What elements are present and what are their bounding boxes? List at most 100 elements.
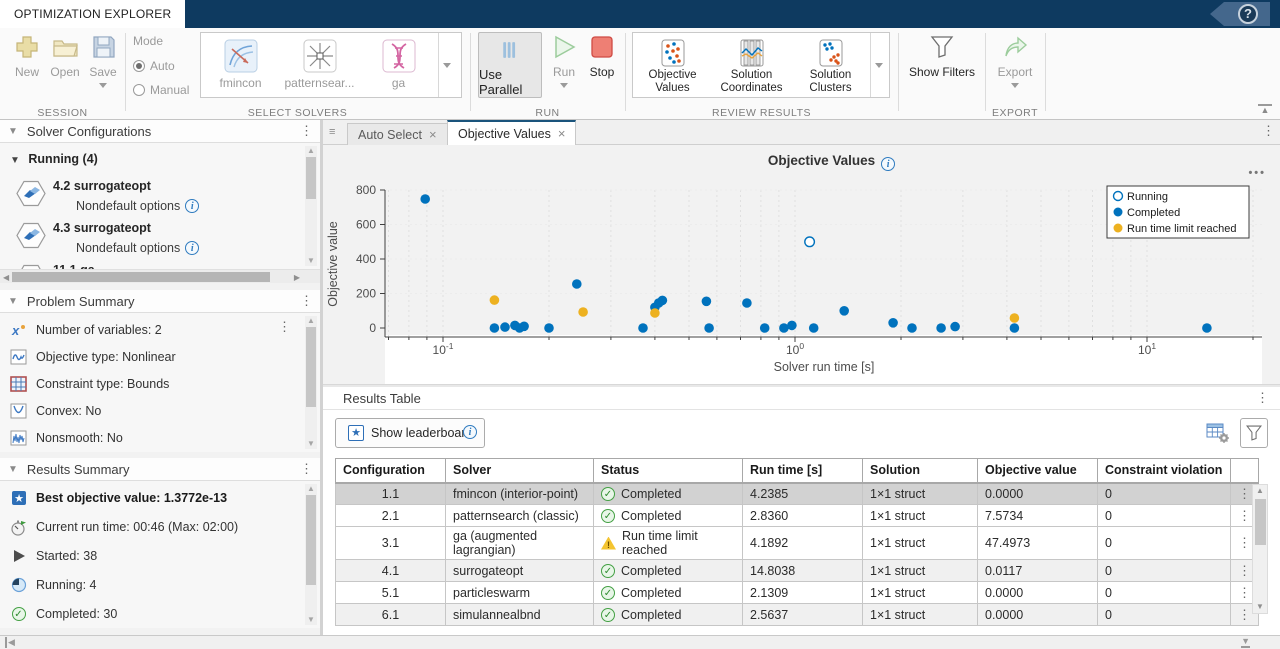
cell-constraint-violation[interactable]: 0 [1098,582,1231,604]
leaderboard-info-icon[interactable] [463,425,477,439]
row-menu-icon[interactable] [1238,585,1251,600]
cell-solution[interactable]: 1×1 struct [863,505,978,527]
cell-solution[interactable]: 1×1 struct [863,560,978,582]
scroll-left-icon[interactable] [3,272,9,283]
scroll-up-icon[interactable] [1253,485,1267,497]
close-tab-icon[interactable] [429,130,437,140]
data-point-completed[interactable] [839,306,849,316]
run-dropdown-caret[interactable] [560,83,568,88]
cell-status[interactable]: Completed [594,604,743,626]
scroll-down-icon[interactable] [305,439,317,449]
data-point-completed[interactable] [490,323,500,333]
cell-run-time[interactable]: 4.2385 [743,483,863,505]
collapse-panel-icon[interactable] [1241,637,1250,648]
results-table-header[interactable]: Results Table [323,387,1280,410]
scrollbar-thumb[interactable] [12,272,270,282]
data-point-run-time-limit-reached[interactable] [650,308,660,318]
cell-status[interactable]: Completed [594,483,743,505]
scroll-up-icon[interactable] [305,316,317,326]
scroll-down-icon[interactable] [305,256,317,266]
table-row[interactable]: 4.1surrogateoptCompleted14.80381×1 struc… [336,560,1259,582]
minimize-ribbon-icon[interactable] [1258,104,1272,115]
scrollbar-thumb[interactable] [306,495,316,585]
cell-solver[interactable]: particleswarm [446,582,594,604]
section-menu-icon[interactable] [300,463,312,475]
cell-run-time[interactable]: 2.1309 [743,582,863,604]
cell-objective-value[interactable]: 47.4973 [978,527,1098,560]
review-gallery-dropdown[interactable] [870,33,887,97]
data-point-completed[interactable] [519,322,529,332]
app-ribbon-tab[interactable]: OPTIMIZATION EXPLORER [0,0,185,28]
horizontal-scrollbar[interactable] [0,269,320,283]
chart-info-icon[interactable] [881,157,895,171]
scrollbar-thumb[interactable] [306,157,316,199]
cell-solution[interactable]: 1×1 struct [863,483,978,505]
solver-config-item[interactable]: 4.3 surrogateopt Nondefault options [16,221,199,255]
item-menu-icon[interactable] [278,321,290,333]
cell-configuration[interactable]: 3.1 [336,527,446,560]
data-point-run-time-limit-reached[interactable] [490,295,500,305]
cell-objective-value[interactable]: 7.5734 [978,505,1098,527]
data-point-completed[interactable] [787,321,797,331]
open-button[interactable]: Open [46,34,84,79]
mode-manual-radio[interactable]: Manual [133,83,189,97]
cell-run-time[interactable]: 4.1892 [743,527,863,560]
data-point-completed[interactable] [950,322,960,332]
save-dropdown-caret[interactable] [99,83,107,88]
cell-solution[interactable]: 1×1 struct [863,604,978,626]
table-filter-button[interactable] [1240,418,1268,448]
vertical-scrollbar[interactable] [305,484,317,625]
row-menu-icon[interactable] [1238,486,1251,501]
cell-solver[interactable]: simulannealbnd [446,604,594,626]
data-point-completed[interactable] [760,323,770,333]
cell-constraint-violation[interactable]: 0 [1098,505,1231,527]
data-point-completed[interactable] [888,318,898,328]
cell-configuration[interactable]: 1.1 [336,483,446,505]
new-button[interactable]: New [10,34,44,79]
cell-objective-value[interactable]: 0.0000 [978,483,1098,505]
cell-constraint-violation[interactable]: 0 [1098,483,1231,505]
run-button[interactable]: Run [548,34,580,88]
solver-ga-button[interactable]: ga [359,33,438,97]
scroll-up-icon[interactable] [305,484,317,494]
mode-auto-radio[interactable]: Auto [133,59,175,73]
objective-values-button[interactable]: ObjectiveValues [633,33,712,97]
cell-status[interactable]: Completed [594,582,743,604]
cell-objective-value[interactable]: 0.0000 [978,582,1098,604]
col-solution[interactable]: Solution [863,459,978,483]
results-summary-header[interactable]: Results Summary [0,458,320,481]
data-point-completed[interactable] [1010,323,1020,333]
data-point-running[interactable] [805,237,815,247]
cell-status[interactable]: Completed [594,560,743,582]
section-menu-icon[interactable] [1256,392,1268,404]
scroll-down-icon[interactable] [1253,601,1267,613]
cell-configuration[interactable]: 4.1 [336,560,446,582]
scrollbar-thumb[interactable] [1255,499,1266,545]
vertical-scrollbar[interactable] [305,146,317,266]
info-icon[interactable] [185,241,199,255]
data-point-run-time-limit-reached[interactable] [578,307,588,317]
help-icon[interactable]: ? [1238,4,1258,24]
tab-auto-select[interactable]: Auto Select [347,123,448,145]
cell-run-time[interactable]: 2.8360 [743,505,863,527]
col-run-time[interactable]: Run time [s] [743,459,863,483]
section-menu-icon[interactable] [300,125,312,137]
data-point-completed[interactable] [544,323,554,333]
problem-summary-header[interactable]: Problem Summary [0,290,320,313]
export-button[interactable]: Export [992,34,1038,88]
tab-objective-values[interactable]: Objective Values [447,120,576,145]
document-bar-icon[interactable]: ≡ [329,126,342,139]
table-row[interactable]: 5.1particleswarmCompleted2.13091×1 struc… [336,582,1259,604]
cell-configuration[interactable]: 5.1 [336,582,446,604]
data-point-completed[interactable] [936,323,946,333]
data-point-completed[interactable] [742,298,752,308]
scroll-right-icon[interactable] [294,272,300,283]
row-menu-icon[interactable] [1238,508,1251,523]
col-configuration[interactable]: Configuration [336,459,446,483]
solver-fmincon-button[interactable]: fmincon [201,33,280,97]
cell-status[interactable]: Completed [594,505,743,527]
data-point-completed[interactable] [1202,323,1212,333]
cell-solver[interactable]: surrogateopt [446,560,594,582]
cell-solver[interactable]: fmincon (interior-point) [446,483,594,505]
solver-gallery-dropdown[interactable] [438,33,455,97]
